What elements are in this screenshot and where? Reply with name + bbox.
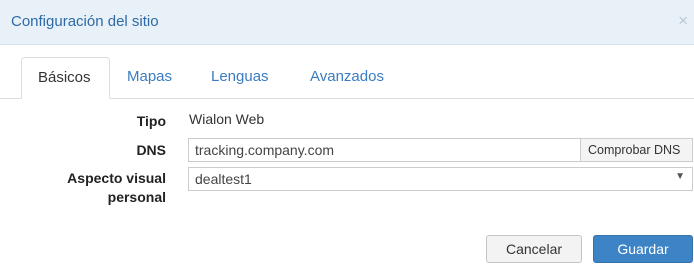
site-settings-dialog: Configuración del sitio × Básicos Mapas … bbox=[0, 0, 694, 267]
cancel-button[interactable]: Cancelar bbox=[486, 235, 582, 263]
dialog-titlebar: Configuración del sitio × bbox=[0, 0, 694, 45]
tab-label: Básicos bbox=[38, 69, 91, 86]
skin-label-line2: personal bbox=[107, 189, 166, 205]
tab-basicos[interactable]: Básicos bbox=[21, 57, 110, 99]
tab-mapas[interactable]: Mapas bbox=[127, 57, 172, 98]
dialog-title: Configuración del sitio bbox=[11, 13, 159, 30]
tab-avanzados[interactable]: Avanzados bbox=[310, 57, 384, 98]
skin-select[interactable]: dealtest1 ▼ bbox=[188, 167, 693, 191]
tipo-label: Tipo bbox=[136, 113, 166, 129]
tab-label: Mapas bbox=[127, 68, 173, 85]
save-button[interactable]: Guardar bbox=[593, 235, 693, 263]
check-dns-button[interactable]: Comprobar DNS bbox=[581, 138, 693, 162]
dns-input[interactable]: tracking.company.com bbox=[188, 138, 581, 162]
caret-down-icon: ▼ bbox=[675, 171, 685, 182]
tab-bar: Básicos Mapas Lenguas Avanzados bbox=[0, 57, 694, 99]
skin-select-value: dealtest1 bbox=[195, 171, 252, 187]
tipo-value: Wialon Web bbox=[189, 111, 265, 127]
tab-label: Avanzados bbox=[310, 68, 384, 85]
close-icon[interactable]: × bbox=[678, 12, 688, 29]
dns-label: DNS bbox=[136, 142, 166, 158]
tab-lenguas[interactable]: Lenguas bbox=[211, 57, 269, 98]
tab-label: Lenguas bbox=[211, 68, 269, 85]
skin-label-line1: Aspecto visual bbox=[67, 170, 166, 186]
